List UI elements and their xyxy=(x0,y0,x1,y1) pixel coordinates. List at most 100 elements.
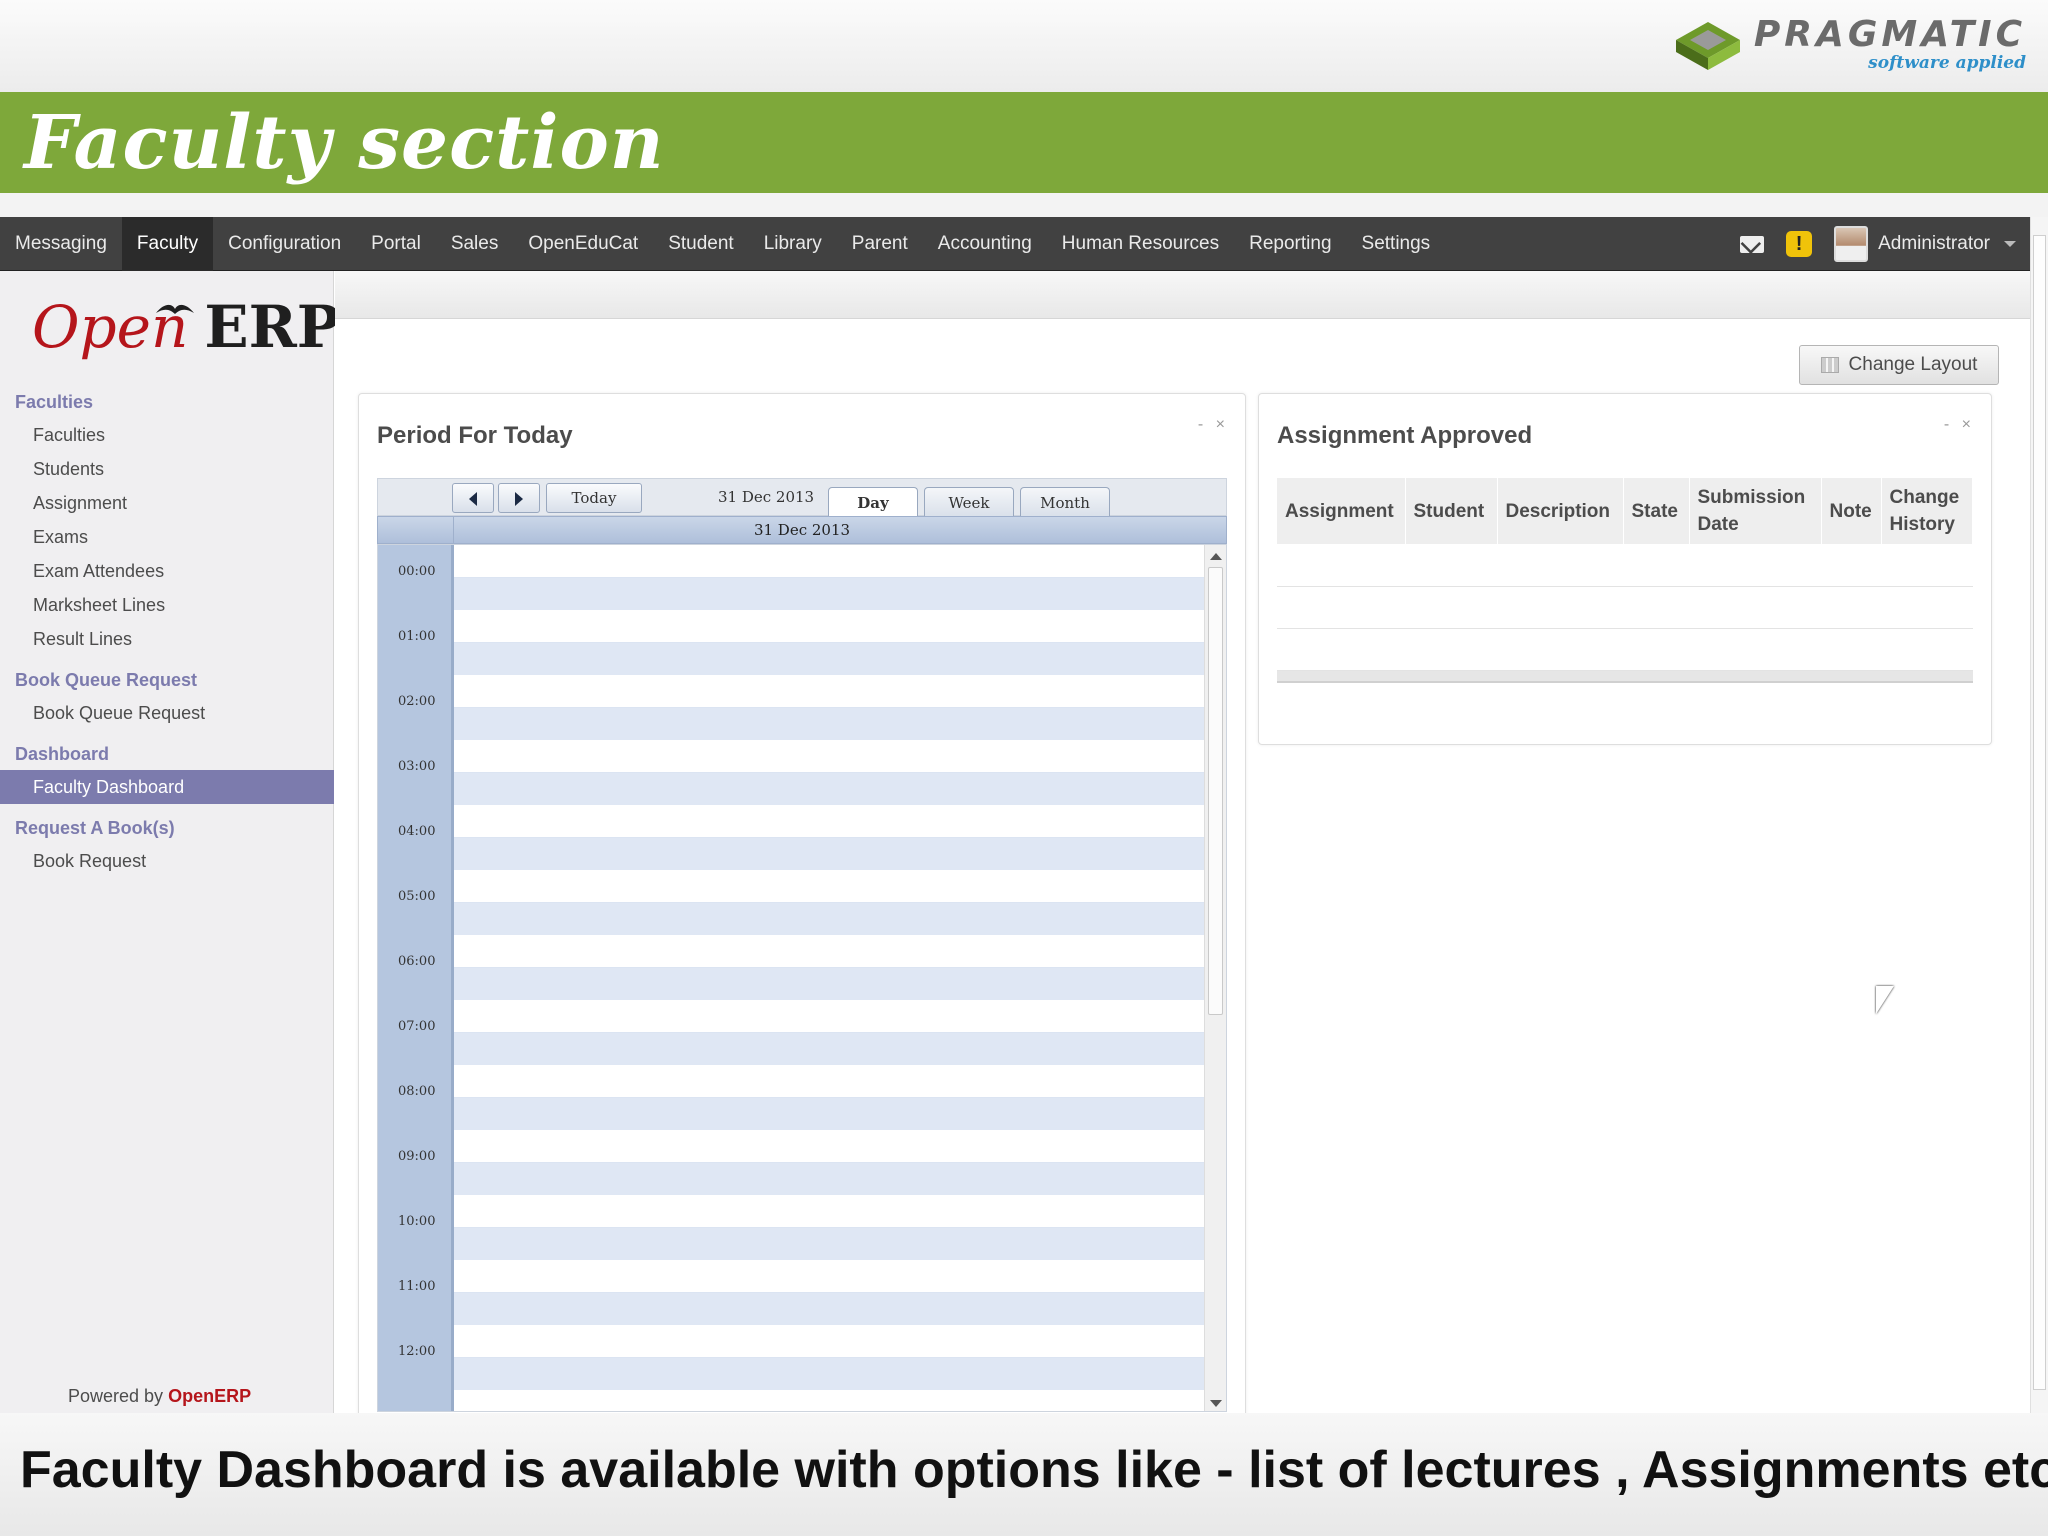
chevron-left-icon xyxy=(469,492,477,506)
scroll-thumb[interactable] xyxy=(1208,567,1223,1015)
avatar xyxy=(1834,226,1869,262)
powered-prefix: Powered by xyxy=(68,1386,164,1406)
top-navigation: Messaging Faculty Configuration Portal S… xyxy=(0,216,2030,271)
hour-label: 06:00 xyxy=(398,954,436,969)
hour-label: 12:00 xyxy=(398,1344,436,1359)
panel-title: Assignment Approved xyxy=(1277,422,1533,449)
hour-label: 10:00 xyxy=(398,1214,436,1229)
today-button[interactable]: Today xyxy=(546,483,642,513)
sidebar-menu: Faculties Faculties Students Assignment … xyxy=(0,386,334,878)
nav-parent[interactable]: Parent xyxy=(837,217,923,271)
sidebar-item-book-request[interactable]: Book Request xyxy=(0,844,334,878)
change-layout-label: Change Layout xyxy=(1848,354,1978,375)
sidebar-item-assignment[interactable]: Assignment xyxy=(0,486,334,520)
nav-human-resources[interactable]: Human Resources xyxy=(1047,217,1234,271)
powered-brand-link[interactable]: OpenERP xyxy=(168,1386,251,1406)
hour-column: 00:00 01:00 02:00 03:00 04:00 05:00 06:0… xyxy=(378,545,454,1411)
calendar-current-date: 31 Dec 2013 xyxy=(718,488,815,506)
column-assignment[interactable]: Assignment xyxy=(1277,478,1406,544)
calendar-toolbar: Today 31 Dec 2013 Day Week Month xyxy=(377,478,1227,517)
scroll-down-icon[interactable] xyxy=(1210,1400,1222,1407)
panel-controls[interactable]: - × xyxy=(1944,416,1975,434)
table-footer xyxy=(1277,669,1973,683)
hour-label: 01:00 xyxy=(398,629,436,644)
assignment-table: Assignment Student Description State Sub… xyxy=(1277,478,1973,683)
brand-tagline: software applied xyxy=(1868,52,2026,73)
column-note[interactable]: Note xyxy=(1821,478,1882,544)
logo-erp-text: ERP xyxy=(204,293,341,361)
nav-portal[interactable]: Portal xyxy=(356,217,436,271)
hour-label: 02:00 xyxy=(398,694,436,709)
powered-by: Powered by OpenERP xyxy=(68,1386,251,1407)
sidebar-item-faculty-dashboard[interactable]: Faculty Dashboard xyxy=(0,770,334,804)
tab-month[interactable]: Month xyxy=(1020,487,1110,517)
scroll-up-icon[interactable] xyxy=(1210,553,1222,560)
chevron-right-icon xyxy=(515,492,523,506)
hour-label: 08:00 xyxy=(398,1084,436,1099)
nav-configuration[interactable]: Configuration xyxy=(213,217,356,271)
main-content: Change Layout Period For Today - × Today… xyxy=(335,271,2030,1423)
user-menu[interactable]: Administrator xyxy=(1834,226,2016,262)
nav-settings[interactable]: Settings xyxy=(1347,217,1446,271)
page-scrollbar[interactable] xyxy=(2030,217,2048,1413)
nav-library[interactable]: Library xyxy=(749,217,837,271)
panel-controls[interactable]: - × xyxy=(1198,416,1229,434)
menu-heading-book-queue-request[interactable]: Book Queue Request xyxy=(0,664,334,696)
slide-header: PRAGMATIC software applied xyxy=(0,0,2048,92)
time-slot-grid[interactable] xyxy=(454,545,1206,1411)
page-scroll-thumb[interactable] xyxy=(2033,235,2046,1390)
envelope-icon[interactable] xyxy=(1740,235,1765,253)
sidebar-item-students[interactable]: Students xyxy=(0,452,334,486)
next-button[interactable] xyxy=(498,483,540,513)
menu-heading-request-a-book[interactable]: Request A Book(s) xyxy=(0,812,334,844)
nav-student[interactable]: Student xyxy=(653,217,749,271)
day-header-date: 31 Dec 2013 xyxy=(753,521,851,539)
nav-openeducat[interactable]: OpenEduCat xyxy=(513,217,653,271)
brand-name: PRAGMATIC xyxy=(1753,13,2026,55)
sidebar-item-result-lines[interactable]: Result Lines xyxy=(0,622,334,656)
nav-messaging[interactable]: Messaging xyxy=(0,217,122,271)
slide-title: Faculty section xyxy=(24,100,665,186)
column-change-history[interactable]: Change History xyxy=(1881,478,1973,544)
chevron-down-icon xyxy=(2004,241,2016,247)
prev-button[interactable] xyxy=(452,483,494,513)
content-toolbar xyxy=(335,271,2030,319)
sidebar: Open ERP Faculties Faculties Students As… xyxy=(0,271,340,1413)
column-student[interactable]: Student xyxy=(1405,478,1498,544)
table-row xyxy=(1277,586,1973,629)
panel-title: Period For Today xyxy=(377,422,573,449)
openerp-window: Messaging Faculty Configuration Portal S… xyxy=(0,216,2048,1423)
hour-label: 09:00 xyxy=(398,1149,436,1164)
calendar-body: 00:00 01:00 02:00 03:00 04:00 05:00 06:0… xyxy=(377,544,1227,1412)
layout-icon xyxy=(1820,357,1839,373)
sidebar-item-faculties[interactable]: Faculties xyxy=(0,418,334,452)
assignment-approved-panel: Assignment Approved - × Assignment Stude… xyxy=(1258,393,1992,745)
change-layout-button[interactable]: Change Layout xyxy=(1799,345,1999,385)
sidebar-item-marksheet-lines[interactable]: Marksheet Lines xyxy=(0,588,334,622)
nav-accounting[interactable]: Accounting xyxy=(923,217,1047,271)
calendar: Today 31 Dec 2013 Day Week Month 31 Dec … xyxy=(377,478,1227,1412)
menu-heading-faculties[interactable]: Faculties xyxy=(0,386,334,418)
sidebar-item-exams[interactable]: Exams xyxy=(0,520,334,554)
tab-week[interactable]: Week xyxy=(924,487,1014,517)
openerp-logo[interactable]: Open ERP xyxy=(32,291,340,363)
mouse-pointer-icon xyxy=(1876,986,1894,1014)
menu-heading-dashboard[interactable]: Dashboard xyxy=(0,738,334,770)
column-state[interactable]: State xyxy=(1623,478,1690,544)
slide-caption: Faculty Dashboard is available with opti… xyxy=(20,1441,2048,1499)
nav-reporting[interactable]: Reporting xyxy=(1234,217,1346,271)
sidebar-item-book-queue-request[interactable]: Book Queue Request xyxy=(0,696,334,730)
bird-icon xyxy=(156,304,194,314)
calendar-scrollbar[interactable] xyxy=(1204,545,1226,1411)
warning-icon[interactable]: ! xyxy=(1786,231,1813,257)
nav-faculty[interactable]: Faculty xyxy=(121,216,214,271)
user-name: Administrator xyxy=(1878,233,1990,254)
column-submission-date[interactable]: Submission Date xyxy=(1689,478,1822,544)
hour-label: 00:00 xyxy=(398,564,436,579)
sidebar-item-exam-attendees[interactable]: Exam Attendees xyxy=(0,554,334,588)
tab-day[interactable]: Day xyxy=(828,487,918,517)
pragmatic-logo: PRAGMATIC software applied xyxy=(1670,8,2026,80)
column-description[interactable]: Description xyxy=(1497,478,1624,544)
nav-sales[interactable]: Sales xyxy=(436,217,514,271)
calendar-day-header: 31 Dec 2013 xyxy=(377,516,1227,544)
